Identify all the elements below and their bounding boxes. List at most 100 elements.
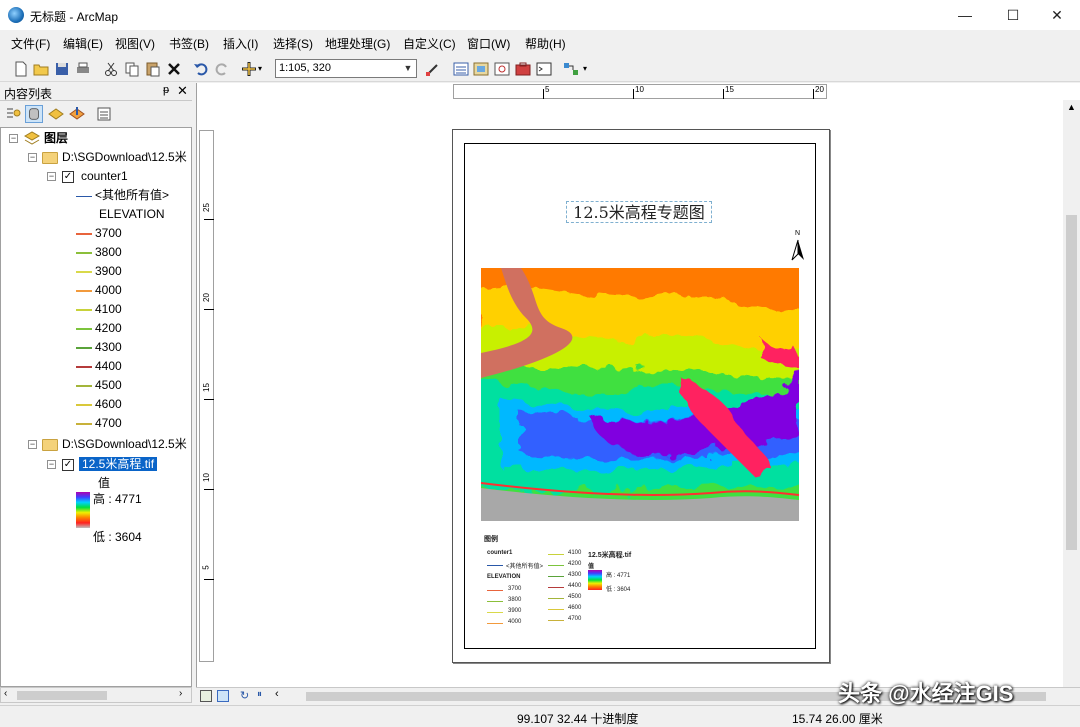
map-legend[interactable]: 图例 counter1 <其他所有值> ELEVATION 3700 3800 39…	[484, 534, 684, 634]
copy-icon[interactable]	[123, 60, 141, 78]
scroll-left-icon[interactable]: ‹	[4, 688, 7, 699]
add-data-dropdown-icon[interactable]: ▾	[258, 64, 266, 82]
redo-icon[interactable]	[213, 60, 231, 78]
legend-class-symbol	[487, 601, 503, 602]
legend-class-label: 4100	[568, 550, 582, 556]
raster-high-label: 高 : 4771	[93, 492, 142, 506]
contour-class-symbol	[76, 233, 92, 235]
menu-edit[interactable]: 编辑(E)	[63, 35, 103, 52]
legend-class-label: 4400	[568, 583, 582, 589]
north-arrow-icon[interactable]: N	[790, 230, 806, 261]
legend-class-symbol	[548, 620, 564, 621]
map-scale-combobox[interactable]: 1:105, 320 ▼	[275, 59, 417, 78]
standard-toolbar: ▾ ▾	[0, 56, 1080, 82]
toc-horizontal-scrollbar[interactable]: ‹ ›	[0, 687, 192, 703]
menu-file[interactable]: 文件(F)	[11, 35, 50, 52]
layer1-visibility-checkbox[interactable]: ✓	[62, 171, 74, 183]
menu-windows[interactable]: 窗口(W)	[467, 35, 510, 52]
contour-class-symbol	[76, 290, 92, 292]
scale-dropdown-icon[interactable]: ▼	[400, 60, 416, 77]
table-of-contents-icon[interactable]	[452, 60, 470, 78]
menu-selection[interactable]: 选择(S)	[273, 35, 313, 52]
menu-bookmarks[interactable]: 书签(B)	[169, 35, 209, 52]
editor-toolbar-icon[interactable]	[424, 60, 442, 78]
layers-icon	[23, 131, 41, 145]
legend-class-symbol	[487, 623, 503, 624]
scroll-left-icon[interactable]: ‹	[275, 688, 279, 700]
print-icon[interactable]	[74, 60, 92, 78]
layout-view-icon[interactable]	[217, 690, 229, 702]
refresh-icon[interactable]: ↻	[240, 689, 249, 702]
toc-toolbar	[0, 102, 192, 126]
contour-class-label: 3700	[95, 226, 122, 240]
root-collapse-icon[interactable]: −	[9, 134, 18, 143]
list-by-drawing-order-icon[interactable]	[4, 105, 22, 123]
open-folder-icon[interactable]	[32, 60, 50, 78]
data-view-icon[interactable]	[200, 690, 212, 702]
data-frame-label[interactable]: 图层	[44, 129, 68, 148]
layer1-collapse-icon[interactable]: −	[47, 172, 56, 181]
layout-vertical-scrollbar[interactable]: ▲	[1063, 100, 1080, 688]
maximize-button[interactable]: ☐	[990, 0, 1036, 30]
layer1-label[interactable]: counter1	[81, 167, 128, 186]
layer2-label[interactable]: 12.5米高程.tif	[79, 455, 158, 474]
map-title[interactable]: 12.5米高程专题图	[566, 201, 712, 223]
save-icon[interactable]	[53, 60, 71, 78]
delete-icon[interactable]	[165, 60, 183, 78]
contour-class-symbol	[76, 385, 92, 387]
ruler-label: 5	[201, 565, 211, 570]
contour-class-label: 4500	[95, 378, 122, 392]
menu-geoprocessing[interactable]: 地理处理(G)	[325, 35, 390, 52]
elevation-map-image[interactable]	[481, 268, 799, 521]
catalog-icon[interactable]	[472, 60, 490, 78]
group1-label[interactable]: D:\SGDownload\12.5米	[62, 148, 187, 167]
contour-class-label: 4000	[95, 283, 122, 297]
list-by-source-icon[interactable]	[25, 105, 43, 123]
ruler-label: 10	[201, 473, 211, 482]
menu-customize[interactable]: 自定义(C)	[403, 35, 456, 52]
pin-icon[interactable]: ᵽ	[163, 84, 169, 96]
other-values-symbol	[76, 196, 92, 197]
legend-class-symbol	[548, 587, 564, 588]
toc-scroll-thumb[interactable]	[17, 691, 107, 700]
contour-class-symbol	[76, 404, 92, 406]
model-builder-icon[interactable]	[562, 60, 580, 78]
group2-label[interactable]: D:\SGDownload\12.5米	[62, 435, 187, 454]
toc-header: 内容列表 ᵽ ✕	[0, 83, 192, 101]
layer2-visibility-checkbox[interactable]: ✓	[62, 459, 74, 471]
minimize-button[interactable]: —	[942, 0, 988, 30]
toolbar-overflow-icon[interactable]: ▾	[583, 64, 593, 82]
python-window-icon[interactable]	[535, 60, 553, 78]
group2-collapse-icon[interactable]: −	[28, 440, 37, 449]
toc-close-icon[interactable]: ✕	[177, 83, 188, 99]
list-by-visibility-icon[interactable]	[47, 105, 65, 123]
contour-class-label: 3800	[95, 245, 122, 259]
search-window-icon[interactable]	[493, 60, 511, 78]
scroll-up-icon[interactable]: ▲	[1067, 102, 1076, 112]
status-coordinates: 99.107 32.44 十进制度	[517, 712, 639, 726]
new-document-icon[interactable]	[12, 60, 30, 78]
menu-view[interactable]: 视图(V)	[115, 35, 155, 52]
layer2-collapse-icon[interactable]: −	[47, 460, 56, 469]
toc-options-icon[interactable]	[95, 105, 113, 123]
menu-help[interactable]: 帮助(H)	[525, 35, 566, 52]
legend-class-symbol	[548, 609, 564, 610]
group1-collapse-icon[interactable]: −	[28, 153, 37, 162]
legend-class-label: 3700	[508, 586, 522, 592]
paste-icon[interactable]	[144, 60, 162, 78]
legend-field: ELEVATION	[487, 574, 521, 580]
menu-insert[interactable]: 插入(I)	[223, 35, 258, 52]
add-data-icon[interactable]	[240, 60, 258, 78]
legend-other-label: <其他所有值>	[506, 564, 544, 570]
contour-class-symbol	[76, 328, 92, 330]
list-by-selection-icon[interactable]	[68, 105, 86, 123]
layout-scroll-thumb[interactable]	[1066, 215, 1077, 550]
legend-class-symbol	[487, 612, 503, 613]
contour-class-label: 4600	[95, 397, 122, 411]
scroll-right-icon[interactable]: ›	[179, 688, 182, 699]
undo-icon[interactable]	[192, 60, 210, 78]
close-button[interactable]: ✕	[1034, 0, 1080, 30]
arctoolbox-icon[interactable]	[514, 60, 532, 78]
cut-icon[interactable]	[102, 60, 120, 78]
pause-drawing-icon[interactable]: ⏸	[257, 689, 262, 700]
